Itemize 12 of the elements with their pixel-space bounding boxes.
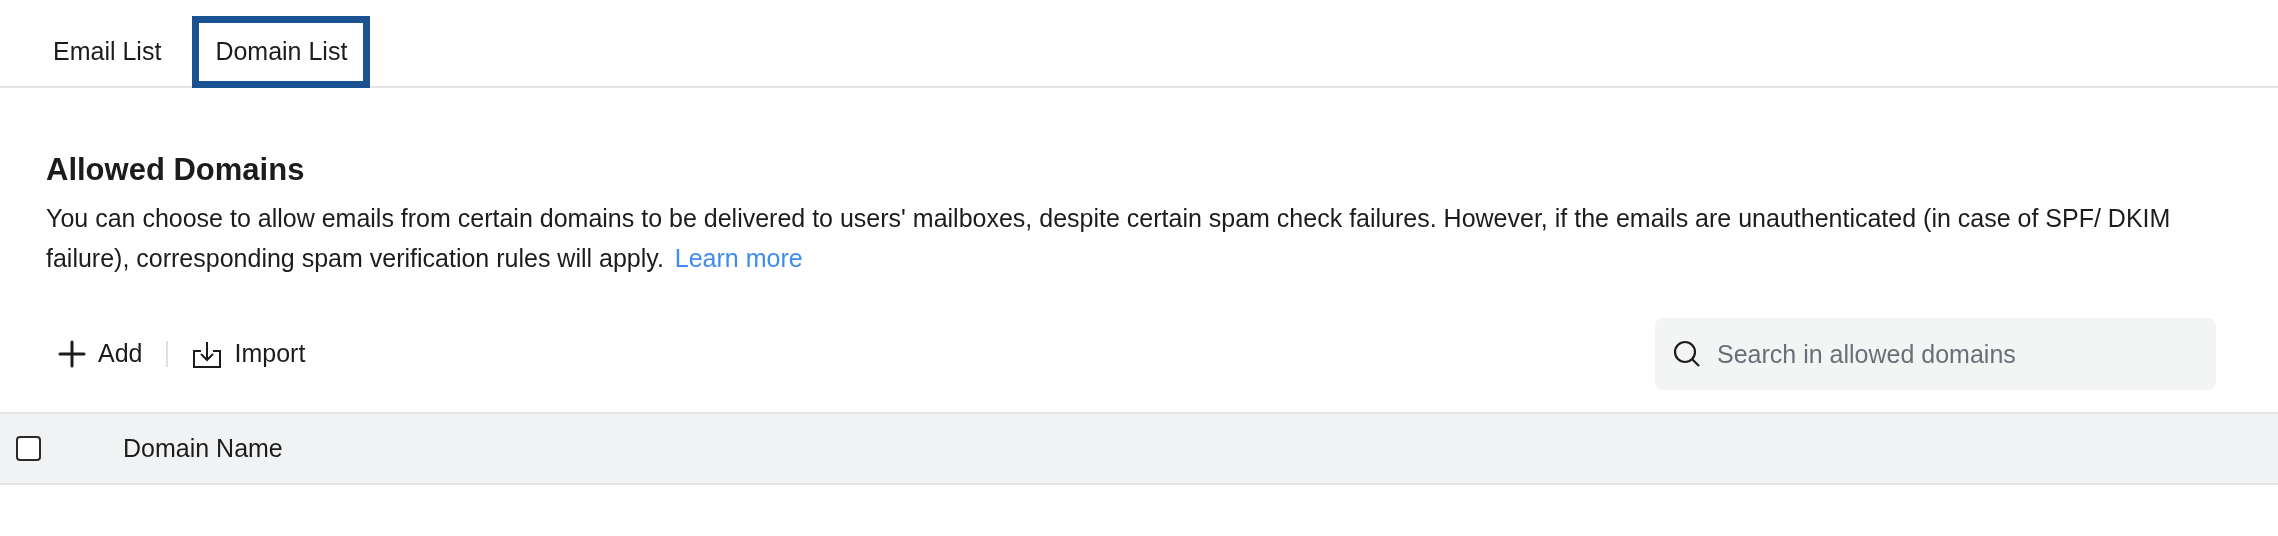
tab[interactable]: Email List	[30, 16, 185, 88]
import-icon	[192, 339, 223, 369]
plus-icon	[58, 340, 86, 368]
add-button[interactable]: Add	[58, 335, 143, 373]
search-field[interactable]: Search in allowed domains	[1655, 318, 2216, 390]
column-header: Domain Name	[123, 432, 283, 464]
search-icon	[1673, 340, 1701, 368]
import-button[interactable]: Import	[192, 335, 306, 373]
description-text: You can choose to allow emails from certain domains to be delivered to users' mailboxes, despite certain spam check failures. However, if the emails are unauthenticated (in case of SPF/ DKIM failure), corresponding spam verification rules will apply. Learn more	[46, 203, 2172, 274]
tab[interactable]: Domain List	[192, 16, 371, 88]
select-all-checkbox[interactable]	[16, 436, 41, 461]
section-title: Allowed Domains	[46, 151, 306, 189]
